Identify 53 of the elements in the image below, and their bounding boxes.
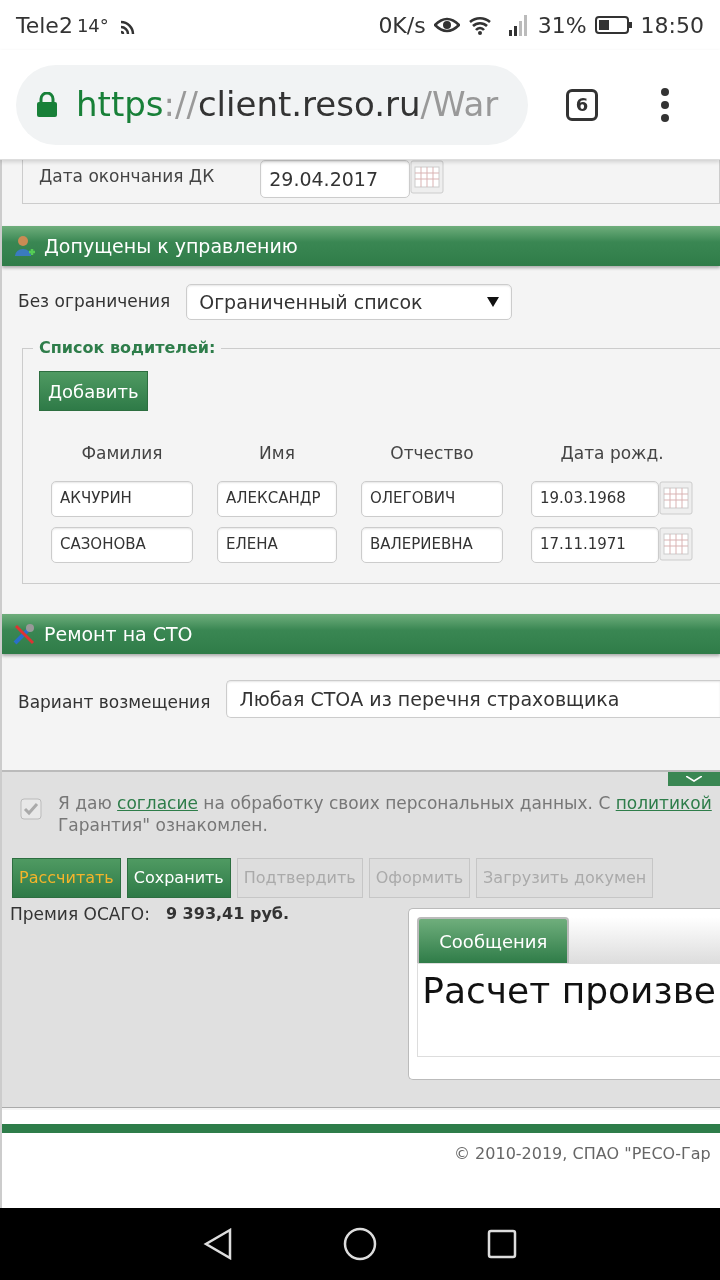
tab-count-button[interactable]: 6	[566, 88, 598, 121]
column-header: Фамилия	[80, 442, 164, 465]
text-field[interactable]: 19.03.1968	[531, 480, 659, 517]
tools-icon	[12, 622, 36, 646]
home-icon[interactable]	[343, 1227, 377, 1261]
text-field[interactable]: ВАЛЕРИЕВНА	[361, 526, 503, 563]
select-value: Ограниченный список	[199, 289, 423, 315]
text-field[interactable]: АЛЕКСАНДР	[217, 480, 337, 517]
carrier-name: Tele2	[16, 11, 73, 40]
text-field[interactable]: ЕЛЕНА	[217, 526, 337, 563]
premium-amount: 9 393,41 руб.	[165, 903, 290, 926]
text-field[interactable]: 17.11.1971	[531, 526, 659, 563]
column-header: Отчество	[389, 442, 475, 465]
messages-tab[interactable]: Сообщения	[417, 917, 570, 964]
collapse-toggle[interactable]	[668, 772, 720, 786]
calendar-icon	[659, 526, 693, 563]
battery-percent: 31%	[537, 11, 587, 40]
consent-text: Я даю согласие на обработку своих персональных данных. С политикой Гарантия" ознакомлен.	[58, 792, 712, 837]
message-text: Расчет произве	[417, 963, 720, 1058]
url-text: https://client.reso.ru/War	[76, 83, 499, 126]
select-field[interactable]: Любая СТОА из перечня страховщика	[226, 680, 720, 718]
text-field[interactable]: ОЛЕГОВИЧ	[361, 480, 503, 517]
section-title: Допущены к управлению	[44, 233, 298, 259]
network-speed: 0K/s	[378, 11, 426, 40]
field-label: Дата окончания ДК	[39, 165, 215, 188]
battery-icon	[594, 15, 633, 35]
action-button[interactable]: Сохранить	[126, 858, 231, 899]
field-label: Без ограничения	[18, 290, 171, 314]
copyright-text: © 2010-2019, СПАО "РЕСО-Гар	[454, 1143, 711, 1165]
select-field[interactable]: Ограниченный список	[186, 284, 513, 320]
lock-icon	[36, 91, 58, 118]
person-add-icon	[12, 234, 36, 258]
add-button[interactable]: Добавить	[39, 371, 148, 411]
recents-icon[interactable]	[487, 1229, 517, 1259]
menu-icon[interactable]	[660, 86, 670, 123]
date-field[interactable]: 29.04.2017	[260, 160, 411, 198]
signal-icon	[507, 14, 530, 36]
chevron-icon	[686, 776, 702, 782]
column-header: Дата рожд.	[559, 442, 665, 465]
wifi-icon	[467, 15, 492, 35]
calendar-icon	[659, 480, 693, 517]
temperature: 14°	[76, 13, 109, 38]
back-icon[interactable]	[203, 1228, 233, 1260]
text-field[interactable]: САЗОНОВА	[51, 526, 193, 563]
column-header: Имя	[258, 442, 296, 465]
premium-label: Премия ОСАГО:	[10, 903, 150, 927]
text-field[interactable]: АКЧУРИН	[51, 480, 193, 517]
address-bar[interactable]: https://client.reso.ru/War	[16, 64, 528, 145]
section-title: Ремонт на СТО	[44, 621, 193, 647]
eye-icon	[433, 16, 460, 34]
field-label: Вариант возмещения	[18, 691, 211, 715]
clock-time: 18:50	[640, 11, 704, 40]
caret-icon	[487, 297, 500, 307]
